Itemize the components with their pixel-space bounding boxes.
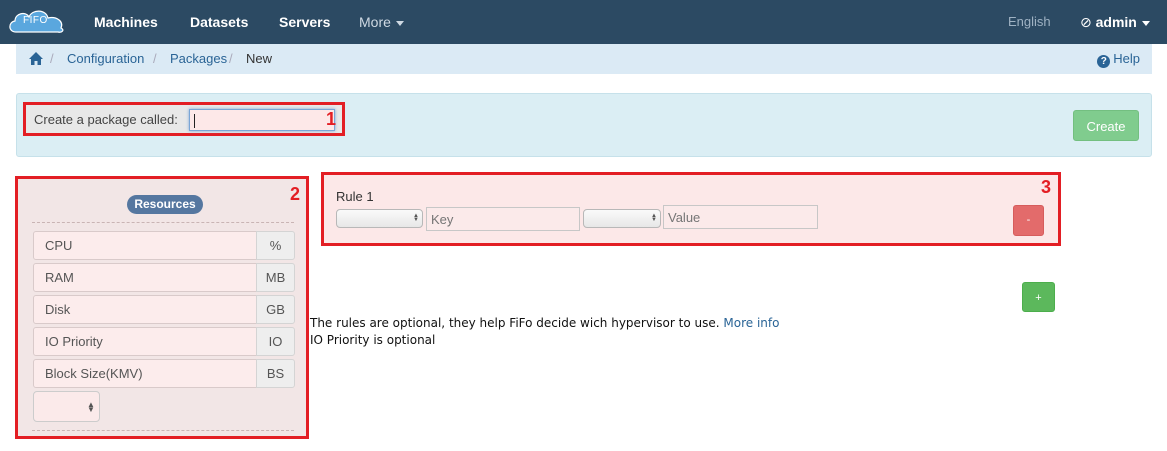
breadcrumb-separator: / bbox=[153, 51, 157, 66]
io-priority-note: IO Priority is optional bbox=[310, 333, 436, 347]
rule-key-input[interactable] bbox=[426, 207, 580, 231]
rule-condition-select[interactable]: ▲ ▼ bbox=[583, 209, 661, 228]
package-name-label: Create a package called: bbox=[34, 112, 178, 127]
resources-panel: 2 Resources CPU % RAM MB Disk GB IO Prio… bbox=[15, 176, 309, 439]
package-name-input[interactable] bbox=[189, 109, 335, 131]
breadcrumb-current: New bbox=[246, 51, 273, 66]
rule-label: Rule 1 bbox=[336, 189, 374, 204]
resource-row-cpu: CPU % bbox=[33, 231, 295, 260]
chevron-down-icon bbox=[395, 20, 404, 26]
annotation-marker-1: 1 bbox=[326, 109, 337, 129]
resource-row-disk: Disk GB bbox=[33, 295, 295, 324]
disk-unit: GB bbox=[256, 295, 295, 324]
create-button[interactable]: Create bbox=[1073, 110, 1139, 141]
package-name-group: Create a package called: 1 bbox=[23, 102, 345, 136]
top-navbar: FIFO Machines Datasets Servers More Engl… bbox=[0, 0, 1167, 44]
cpu-unit: % bbox=[256, 231, 295, 260]
package-name-panel: Create a package called: 1 Create bbox=[16, 93, 1152, 157]
annotation-marker-3: 3 bbox=[1041, 177, 1052, 197]
question-icon: ? bbox=[1097, 55, 1111, 68]
breadcrumb-packages-link[interactable]: Packages bbox=[170, 51, 227, 66]
ram-unit: MB bbox=[256, 263, 295, 292]
home-icon[interactable] bbox=[29, 44, 43, 74]
rule-value-input[interactable] bbox=[663, 205, 818, 229]
rules-info: The rules are optional, they help FiFo d… bbox=[310, 315, 779, 349]
divider bbox=[32, 430, 294, 431]
breadcrumb: / Configuration / Packages / New ? Help bbox=[16, 44, 1152, 74]
nav-more-dropdown[interactable]: More bbox=[359, 0, 404, 44]
io-priority-field[interactable]: IO Priority bbox=[33, 327, 257, 356]
io-priority-unit: IO bbox=[256, 327, 295, 356]
resources-badge: Resources bbox=[127, 195, 203, 214]
nav-datasets[interactable]: Datasets bbox=[190, 0, 248, 44]
block-size-unit: BS bbox=[256, 359, 295, 388]
breadcrumb-separator: / bbox=[229, 51, 233, 66]
text-cursor bbox=[194, 114, 195, 128]
ban-icon: ⊘ bbox=[1080, 14, 1092, 30]
brand-text: FIFO bbox=[23, 15, 48, 26]
select-arrows-icon: ▲ ▼ bbox=[87, 400, 95, 414]
user-menu[interactable]: ⊘ admin bbox=[1080, 0, 1150, 44]
breadcrumb-packages[interactable]: Packages bbox=[170, 44, 227, 74]
fifo-logo[interactable]: FIFO bbox=[6, 6, 68, 36]
select-arrows-icon: ▲ ▼ bbox=[651, 213, 657, 223]
rule-operator-select[interactable]: ▲ ▼ bbox=[336, 209, 423, 228]
help-link[interactable]: ? Help bbox=[1097, 44, 1140, 74]
resource-select[interactable]: ▲ ▼ bbox=[33, 391, 100, 422]
breadcrumb-configuration[interactable]: Configuration bbox=[67, 44, 144, 74]
rule-panel: 3 Rule 1 ▲▼ ▲▼ - bbox=[321, 172, 1061, 246]
more-info-link[interactable]: More info bbox=[723, 316, 779, 330]
add-rule-button[interactable]: + bbox=[1022, 282, 1055, 312]
block-size-field[interactable]: Block Size(KMV) bbox=[33, 359, 257, 388]
disk-field[interactable]: Disk bbox=[33, 295, 257, 324]
nav-more-label: More bbox=[359, 14, 391, 30]
select-arrows-icon: ▲ ▼ bbox=[413, 213, 419, 223]
resource-row-ram: RAM MB bbox=[33, 263, 295, 292]
remove-rule-button[interactable]: - bbox=[1013, 205, 1044, 236]
nav-machines[interactable]: Machines bbox=[94, 0, 158, 44]
help-label: Help bbox=[1113, 51, 1140, 66]
rules-info-line: The rules are optional, they help FiFo d… bbox=[310, 315, 779, 332]
user-name: admin bbox=[1095, 14, 1137, 30]
resource-row-block-size: Block Size(KMV) BS bbox=[33, 359, 295, 388]
breadcrumb-configuration-link[interactable]: Configuration bbox=[67, 51, 144, 66]
divider bbox=[32, 222, 294, 223]
cpu-field[interactable]: CPU bbox=[33, 231, 257, 260]
chevron-down-icon bbox=[1141, 20, 1150, 26]
breadcrumb-separator: / bbox=[50, 51, 54, 66]
resource-row-io-priority: IO Priority IO bbox=[33, 327, 295, 356]
ram-field[interactable]: RAM bbox=[33, 263, 257, 292]
rules-info-text: The rules are optional, they help FiFo d… bbox=[310, 316, 720, 330]
annotation-marker-2: 2 bbox=[290, 184, 301, 204]
language-selector[interactable]: English bbox=[1008, 0, 1051, 44]
nav-servers[interactable]: Servers bbox=[279, 0, 330, 44]
